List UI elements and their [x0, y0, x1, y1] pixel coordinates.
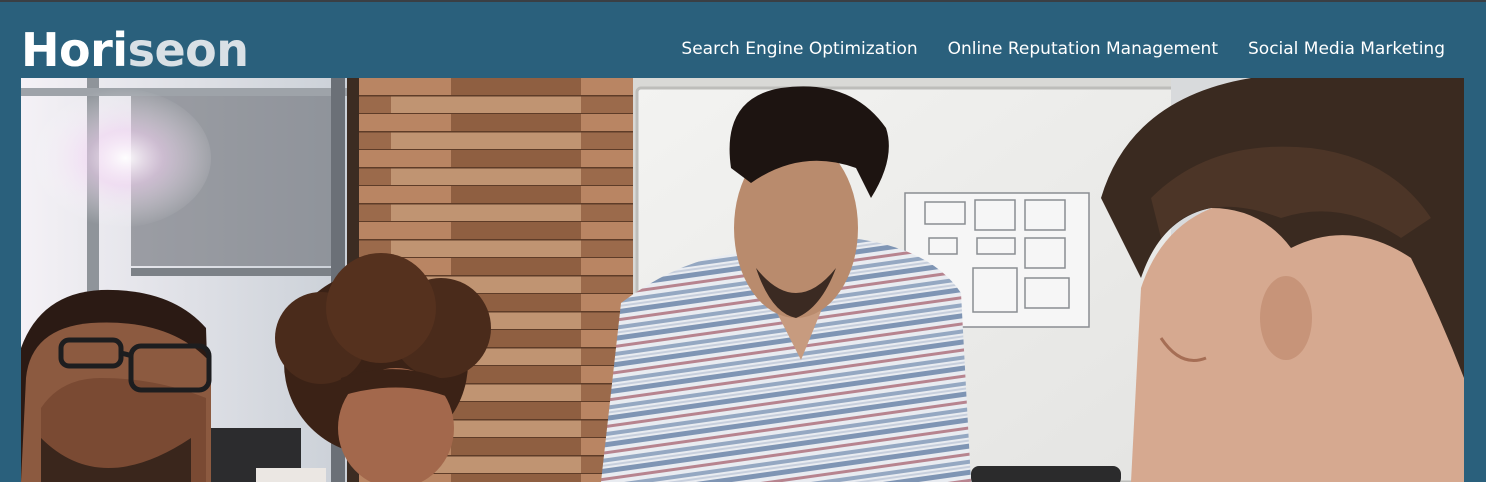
nav-link-reputation[interactable]: Online Reputation Management	[948, 38, 1218, 60]
nav-link-social-media[interactable]: Social Media Marketing	[1248, 38, 1445, 60]
site-logo[interactable]: Horiseon	[21, 24, 249, 76]
logo-part-1: Hori	[21, 23, 128, 77]
team-meeting-photo	[21, 78, 1464, 482]
site-header: Horiseon Search Engine Optimization Onli…	[0, 2, 1486, 78]
person-left-glasses	[21, 289, 212, 482]
nav-link-seo[interactable]: Search Engine Optimization	[681, 38, 917, 60]
lens-flare	[21, 88, 211, 228]
hero-image	[21, 78, 1464, 482]
logo-part-2: seon	[127, 23, 249, 77]
main-nav: Search Engine Optimization Online Reputa…	[681, 38, 1445, 60]
person-right-foreground	[1101, 78, 1464, 482]
